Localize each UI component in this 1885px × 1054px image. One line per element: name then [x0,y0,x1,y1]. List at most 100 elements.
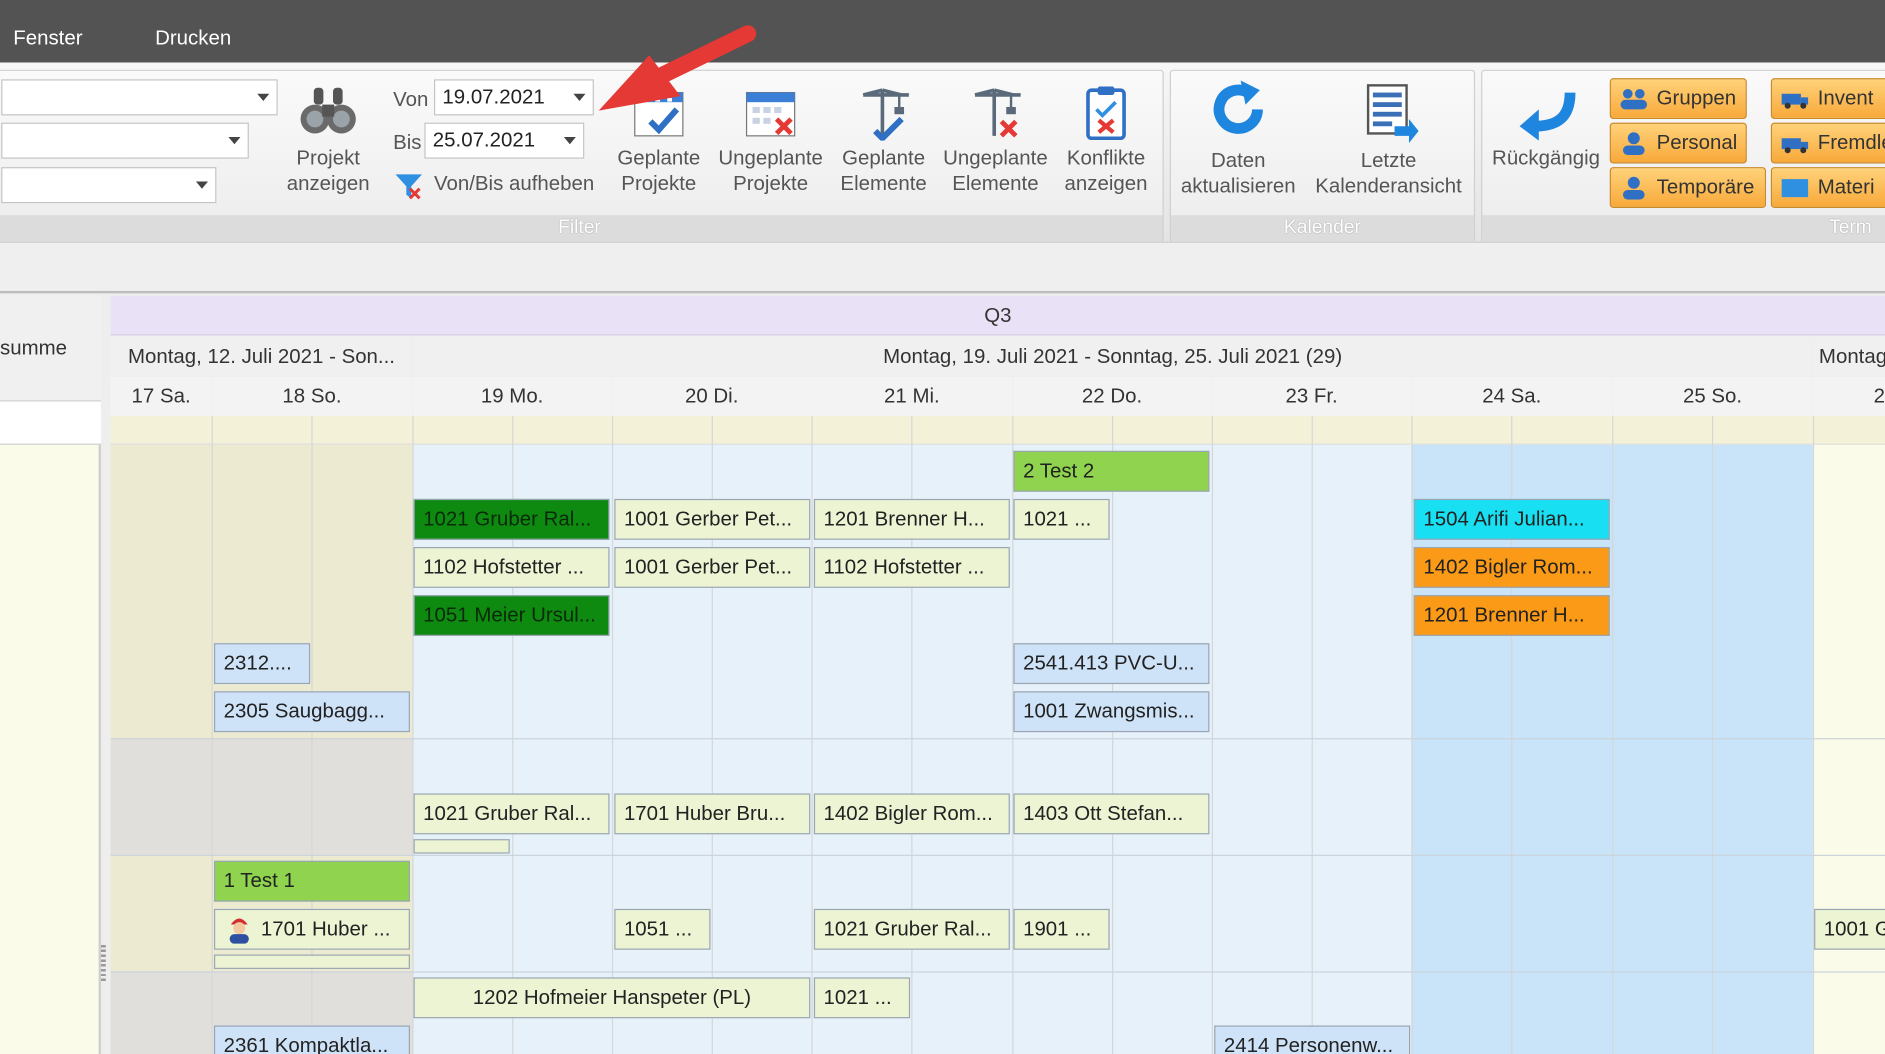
chevron-down-icon [228,137,241,145]
projekt-anzeigen-label-2: anzeigen [286,171,370,195]
filter-combo-3[interactable] [1,167,217,204]
ungeplante-projekte-label-2: Projekte [733,171,809,195]
filter-combo-2[interactable] [1,122,249,159]
appointment-bar[interactable]: 1701 Huber Bru... [614,793,811,835]
letzte-kalenderansicht-button[interactable]: Letzte Kalenderansicht [1310,81,1466,199]
appointment-bar[interactable]: 1102 Hofstetter ... [413,547,610,588]
appointment-bar[interactable]: 1021 Gruber Ral... [413,498,610,540]
appointment-bar[interactable]: 1402 Bigler Rom... [813,793,1010,835]
appointment-bar[interactable]: 1701 Huber ... [213,908,410,950]
fremdleistung-label: Fremdle [1817,131,1885,154]
inventar-button[interactable]: Invent [1770,78,1885,120]
ungeplante-elemente-label-1: Ungeplante [943,146,1048,170]
appointment-bar[interactable]: 2361 Kompaktla... [213,1025,410,1054]
grid-line [1411,415,1413,1054]
projekt-anzeigen-button[interactable]: Projekt anzeigen [285,83,372,196]
group-icon [1620,88,1648,110]
von-bis-aufheben-button[interactable]: Von/Bis aufheben [393,170,605,204]
calendar-x-icon [745,91,796,137]
appointment-bar[interactable]: 1201 Brenner H... [813,498,1010,540]
appointment-bar[interactable]: 1201 Brenner H... [1413,595,1610,636]
crane-check-icon [862,88,909,141]
von-date-input[interactable]: 19.07.2021 [433,79,594,116]
row-separator [110,971,1885,973]
menu-drucken[interactable]: Drucken [155,26,231,50]
truck-icon [1781,138,1809,154]
termin-group: Rückgängig Gruppen Personal Temporäre In… [1481,69,1885,243]
appointment-bar[interactable]: 1402 Bigler Rom... [1413,547,1610,588]
personal-button[interactable]: Personal [1609,122,1747,164]
appointment-bar[interactable]: 1504 Arifi Julian... [1413,498,1610,540]
day-header-25: 25 So. [1612,376,1815,418]
quarter-header: Q3 [110,295,1885,336]
appointment-bar[interactable]: 1403 Ott Stefan... [1013,793,1210,835]
rueckgaengig-button[interactable]: Rückgängig [1487,83,1605,171]
appointment-bar[interactable]: 1051 ... [614,908,711,950]
termin-group-label: Term [1482,215,1885,242]
letzte-kalenderansicht-label-2: Kalenderansicht [1315,174,1462,198]
appointment-bar-partial[interactable] [213,954,410,969]
appointment-bar[interactable]: 2541.413 PVC-U... [1013,643,1210,685]
filter-group-label: Filter [0,215,1163,242]
appointment-bar[interactable]: 1051 Meier Ursul... [413,595,610,636]
appointment-bar[interactable]: 2305 Saugbagg... [213,691,410,733]
daten-aktualisieren-button[interactable]: Daten aktualisieren [1176,76,1301,199]
temporaere-label: Temporäre [1656,175,1755,199]
rueckgaengig-label: Rückgängig [1492,146,1600,170]
clipboard-conflict-icon [1086,86,1126,141]
appointment-bar[interactable]: 1021 Gruber Ral... [813,908,1010,950]
temporaere-button[interactable]: Temporäre [1609,167,1767,208]
appointment-bar[interactable]: 1021 ... [1013,498,1110,540]
geplante-projekte-label-2: Projekte [621,171,697,195]
ribbon: Projekt anzeigen Von 19.07.2021 Bis 25.0… [0,62,1885,243]
bis-date-value: 25.07.2021 [432,128,536,152]
day-header-20: 20 Di. [611,376,813,418]
appointment-bar[interactable]: 1102 Hofstetter ... [813,547,1010,588]
geplante-elemente-button[interactable]: Geplante Elemente [836,83,932,196]
konflikte-anzeigen-button[interactable]: Konflikte anzeigen [1062,83,1151,196]
appointment-bar[interactable]: 1 Test 1 [213,860,410,902]
appointment-bar-partial[interactable] [413,839,510,854]
kalender-group-label: Kalender [1170,215,1474,242]
appointment-bar[interactable]: 1901 ... [1013,908,1110,950]
appointment-bar[interactable]: 1001 Gerber Pet... [614,498,811,540]
appointment-bar-label: 1701 Huber ... [260,917,391,941]
konflikte-anzeigen-label-1: Konflikte [1066,146,1146,170]
filter-combo-1[interactable] [1,79,278,116]
chevron-down-icon [573,93,586,101]
appointment-bar[interactable]: 1001 Zwangsmis... [1013,691,1210,733]
person-icon [1622,132,1645,156]
chevron-down-icon [563,137,576,145]
menu-fenster[interactable]: Fenster [13,26,82,50]
gantt-subheader [110,415,1885,445]
appointment-bar[interactable]: 1021 Gruber Ral... [413,793,610,835]
appointment-bar[interactable]: 2 Test 2 [1013,450,1210,492]
person-red-cap-icon [229,918,249,944]
von-bis-aufheben-label: Von/Bis aufheben [433,171,595,195]
appointment-bar[interactable]: 2312.... [213,643,311,685]
gruppen-label: Gruppen [1656,86,1737,110]
day-header-21: 21 Mi. [811,376,1014,418]
splitter-grip[interactable] [100,944,106,981]
appointment-bar[interactable]: 1001 G [1814,908,1885,950]
inventar-label: Invent [1817,86,1874,110]
material-button[interactable]: Materi [1770,167,1885,208]
daten-aktualisieren-label-2: aktualisieren [1180,174,1296,198]
appointment-bar[interactable]: 1021 ... [813,977,911,1019]
appointment-bar[interactable]: 2414 Personenw... [1214,1025,1411,1054]
bis-date-input[interactable]: 25.07.2021 [424,122,585,159]
geplante-projekte-button[interactable]: Geplante Projekte [608,83,709,196]
summary-header-label: summe [0,336,68,360]
grid-line [1112,415,1114,1054]
grid-line [811,415,813,1054]
week-header-29: Montag, 19. Juli 2021 - Sonntag, 25. Jul… [412,336,1815,378]
fremdleistung-button[interactable]: Fremdle [1770,122,1885,164]
appointment-bar[interactable]: 1001 Gerber Pet... [614,547,811,588]
day-header-23: 23 Fr. [1211,376,1413,418]
gruppen-button[interactable]: Gruppen [1609,78,1747,120]
appointment-bar[interactable]: 1202 Hofmeier Hanspeter (PL) [413,977,811,1019]
material-icon [1781,179,1809,198]
ungeplante-elemente-button[interactable]: Ungeplante Elemente [941,83,1049,196]
grid-line [1612,415,1614,1054]
ungeplante-projekte-button[interactable]: Ungeplante Projekte [715,83,826,196]
